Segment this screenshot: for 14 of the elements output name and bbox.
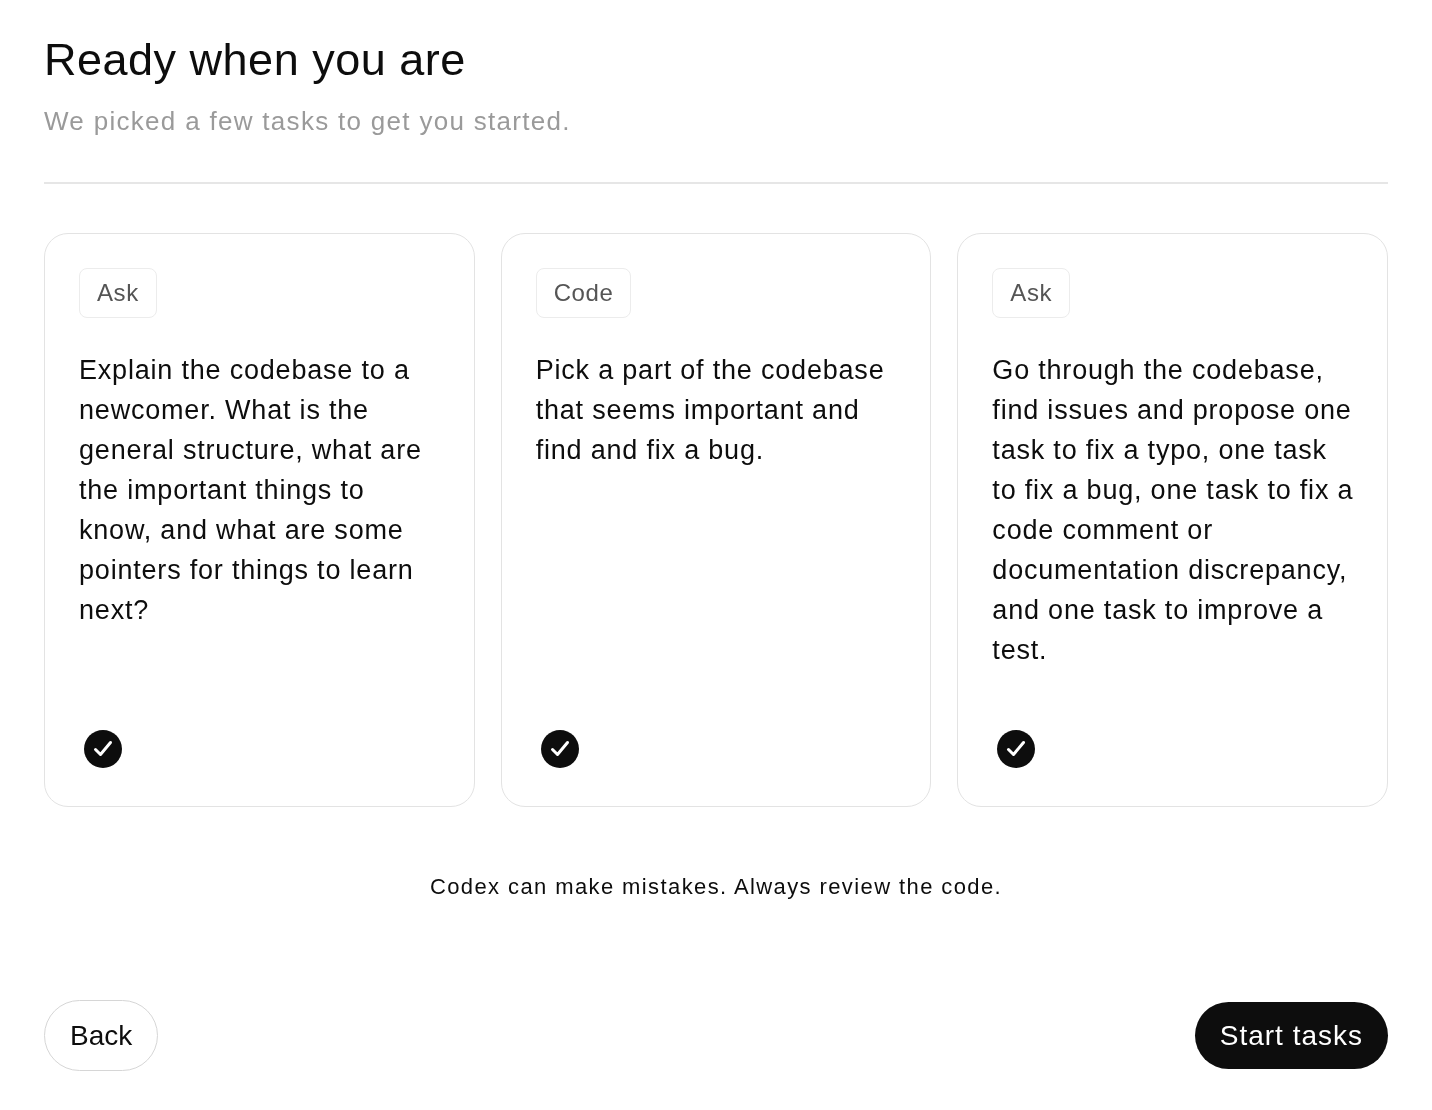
mode-tag: Ask bbox=[992, 268, 1071, 318]
mode-tag: Ask bbox=[79, 268, 157, 318]
mode-tag: Code bbox=[535, 268, 632, 318]
task-card[interactable]: Ask Explain the codebase to a newcomer. What is the general structure, what are the important things to know, and what are some pointers for things to learn next? bbox=[44, 233, 475, 807]
back-button[interactable]: Back bbox=[44, 1000, 159, 1071]
task-description: Pick a part of the codebase that seems important and find and fix a bug. bbox=[535, 354, 886, 467]
page-title: Ready when you are bbox=[44, 33, 467, 87]
start-tasks-button[interactable]: Start tasks bbox=[1194, 1002, 1388, 1069]
page-subtitle: We picked a few tasks to get you started. bbox=[44, 105, 572, 138]
task-card[interactable]: Code Pick a part of the codebase that seems important and find and fix a bug. bbox=[500, 233, 932, 807]
disclaimer-text: Codex can make mistakes. Always review the code. bbox=[429, 873, 1003, 901]
task-description: Explain the codebase to a newcomer. What is the general structure, what are the important things to know, and what are some pointers for things to learn next? bbox=[79, 354, 423, 627]
task-description: Go through the codebase, find issues and propose one task to fix a typo, one task to fix a bug, one task to fix a code comment or documentation discrepancy, and one task to improve a test. bbox=[992, 354, 1354, 667]
task-card[interactable]: Ask Go through the codebase, find issues and propose one task to fix a typo, one task to fix a bug, one task to fix a code comment or documentation discrepancy, and one task to improve a test. bbox=[957, 233, 1388, 807]
